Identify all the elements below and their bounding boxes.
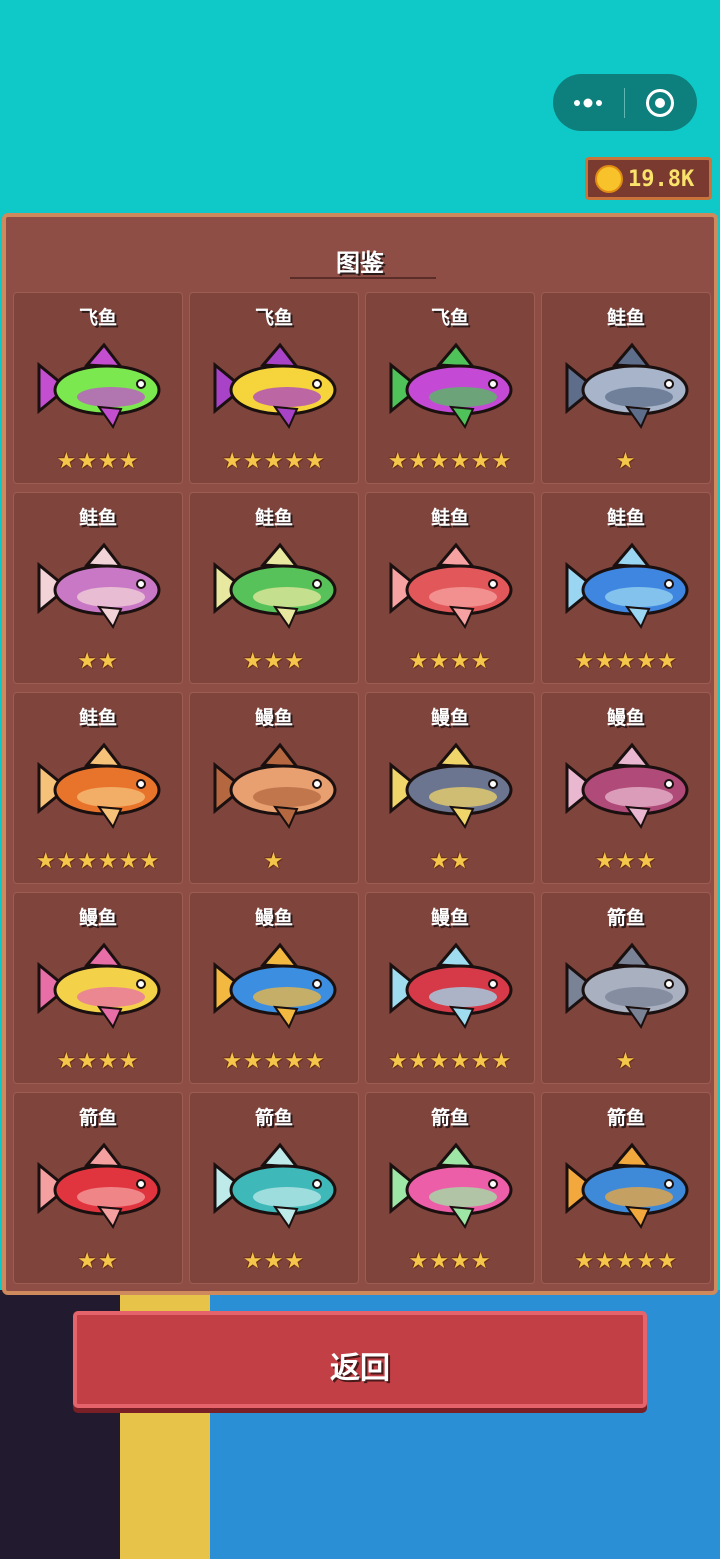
coin-counter: 19.8K bbox=[585, 157, 712, 200]
fish-icon bbox=[565, 1142, 689, 1230]
fish-icon bbox=[37, 342, 161, 430]
fish-name: 箭鱼 bbox=[606, 1107, 645, 1129]
fish-name: 箭鱼 bbox=[254, 1107, 293, 1129]
fish-card[interactable]: 鲑鱼 ★★★★★ bbox=[541, 492, 711, 684]
fish-icon bbox=[389, 1142, 513, 1230]
fish-icon bbox=[213, 1142, 337, 1230]
fish-card[interactable]: 飞鱼 ★★★★ bbox=[13, 292, 183, 484]
fish-grid: 飞鱼 ★★★★ 飞鱼 ★★★★★ 飞鱼 ★★★★★★ 鲑鱼 ★ 鲑鱼 ★★ 鲑鱼 ★★★ 鲑鱼 ★★★★ 鲑… bbox=[13, 292, 711, 1284]
fish-name: 鲑鱼 bbox=[606, 307, 645, 329]
close-mini-program-icon[interactable] bbox=[644, 87, 676, 119]
fish-name: 鲑鱼 bbox=[78, 707, 117, 729]
fish-card[interactable]: 鳗鱼 ★★ bbox=[365, 692, 535, 884]
fish-card[interactable]: 飞鱼 ★★★★★ bbox=[189, 292, 359, 484]
fish-name: 箭鱼 bbox=[606, 907, 645, 929]
star-rating: ★★★★★ bbox=[574, 649, 678, 674]
star-rating: ★★★★★ bbox=[222, 449, 326, 474]
star-rating: ★ bbox=[615, 449, 637, 474]
fish-icon bbox=[565, 942, 689, 1030]
panel-title: 图鉴 bbox=[336, 249, 384, 277]
star-rating: ★★★★★★ bbox=[35, 849, 161, 874]
star-rating: ★★★★★ bbox=[222, 1049, 326, 1074]
star-rating: ★★★ bbox=[242, 649, 306, 674]
star-rating: ★★ bbox=[429, 849, 471, 874]
fish-name: 鳗鱼 bbox=[606, 707, 645, 729]
star-rating: ★★ bbox=[77, 649, 119, 674]
fish-icon bbox=[37, 1142, 161, 1230]
fish-icon bbox=[389, 942, 513, 1030]
fish-icon bbox=[213, 342, 337, 430]
fish-name: 鳗鱼 bbox=[430, 907, 469, 929]
fish-icon bbox=[213, 942, 337, 1030]
star-rating: ★★★★ bbox=[408, 1249, 492, 1274]
fish-icon bbox=[565, 342, 689, 430]
fish-name: 鳗鱼 bbox=[78, 907, 117, 929]
fish-icon bbox=[389, 542, 513, 630]
star-rating: ★ bbox=[263, 849, 285, 874]
fish-card[interactable]: 鲑鱼 ★★★★★★ bbox=[13, 692, 183, 884]
fish-name: 鳗鱼 bbox=[430, 707, 469, 729]
fish-card[interactable]: 飞鱼 ★★★★★★ bbox=[365, 292, 535, 484]
fish-card[interactable]: 箭鱼 ★★ bbox=[13, 1092, 183, 1284]
fish-icon bbox=[389, 342, 513, 430]
fish-name: 鲑鱼 bbox=[254, 507, 293, 529]
fish-card[interactable]: 鳗鱼 ★★★★★ bbox=[189, 892, 359, 1084]
fish-name: 鲑鱼 bbox=[430, 507, 469, 529]
fish-card[interactable]: 鲑鱼 ★ bbox=[541, 292, 711, 484]
star-rating: ★★★★ bbox=[408, 649, 492, 674]
coin-amount: 19.8K bbox=[628, 167, 695, 192]
title-divider bbox=[290, 277, 436, 279]
fish-card[interactable]: 鲑鱼 ★★★★ bbox=[365, 492, 535, 684]
fish-card[interactable]: 鳗鱼 ★★★ bbox=[541, 692, 711, 884]
fish-card[interactable]: 鲑鱼 ★★ bbox=[13, 492, 183, 684]
star-rating: ★★★★★★ bbox=[387, 1049, 513, 1074]
star-rating: ★ bbox=[615, 1049, 637, 1074]
fish-card[interactable]: 箭鱼 ★★★★★ bbox=[541, 1092, 711, 1284]
star-rating: ★★ bbox=[77, 1249, 119, 1274]
fish-icon bbox=[389, 742, 513, 830]
fish-card[interactable]: 鳗鱼 ★★★★★★ bbox=[365, 892, 535, 1084]
fish-card[interactable]: 箭鱼 ★★★ bbox=[189, 1092, 359, 1284]
fish-icon bbox=[37, 542, 161, 630]
star-rating: ★★★★ bbox=[56, 1049, 140, 1074]
coin-icon bbox=[595, 165, 623, 193]
fish-card[interactable]: 箭鱼 ★ bbox=[541, 892, 711, 1084]
back-button-label: 返回 bbox=[330, 1351, 390, 1386]
back-button[interactable]: 返回 bbox=[73, 1311, 647, 1408]
fish-card[interactable]: 箭鱼 ★★★★ bbox=[365, 1092, 535, 1284]
star-rating: ★★★★ bbox=[56, 449, 140, 474]
star-rating: ★★★★★★ bbox=[387, 449, 513, 474]
capsule-divider bbox=[624, 88, 625, 118]
fish-icon bbox=[565, 742, 689, 830]
fish-card[interactable]: 鳗鱼 ★★★★ bbox=[13, 892, 183, 1084]
fish-icon bbox=[37, 942, 161, 1030]
fish-card[interactable]: 鳗鱼 ★ bbox=[189, 692, 359, 884]
star-rating: ★★★ bbox=[242, 1249, 306, 1274]
fish-name: 飞鱼 bbox=[254, 307, 293, 329]
fish-name: 鲑鱼 bbox=[78, 507, 117, 529]
star-rating: ★★★★★ bbox=[574, 1249, 678, 1274]
fish-icon bbox=[37, 742, 161, 830]
fish-name: 鳗鱼 bbox=[254, 907, 293, 929]
more-icon[interactable] bbox=[571, 92, 607, 114]
fish-icon bbox=[565, 542, 689, 630]
fish-card[interactable]: 鲑鱼 ★★★ bbox=[189, 492, 359, 684]
fish-name: 箭鱼 bbox=[78, 1107, 117, 1129]
fish-icon bbox=[213, 542, 337, 630]
star-rating: ★★★ bbox=[594, 849, 658, 874]
fish-name: 鳗鱼 bbox=[254, 707, 293, 729]
collection-panel: 图鉴 飞鱼 ★★★★ 飞鱼 ★★★★★ 飞鱼 ★★★★★★ 鲑鱼 ★ 鲑鱼 ★★ 鲑鱼 ★★★ 鲑鱼 ★★… bbox=[2, 213, 718, 1295]
fish-name: 飞鱼 bbox=[78, 307, 117, 329]
fish-name: 箭鱼 bbox=[430, 1107, 469, 1129]
miniprogram-capsule bbox=[553, 74, 697, 131]
fish-icon bbox=[213, 742, 337, 830]
fish-name: 飞鱼 bbox=[430, 307, 469, 329]
fish-name: 鲑鱼 bbox=[606, 507, 645, 529]
